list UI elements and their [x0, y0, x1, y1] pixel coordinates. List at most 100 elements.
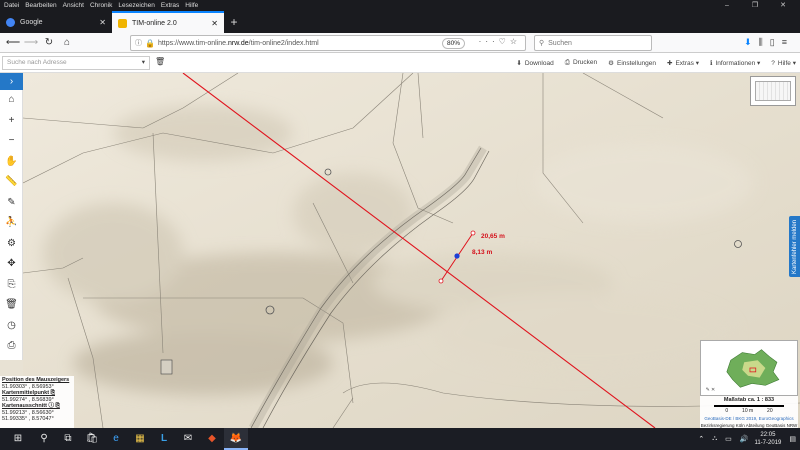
- pan-hand-icon[interactable]: ✋: [0, 152, 23, 173]
- download-button[interactable]: ⬇ Download: [516, 59, 553, 67]
- windows-start-icon[interactable]: ⊞: [6, 428, 30, 450]
- layer-tool-icon[interactable]: ⛹: [0, 213, 23, 234]
- delete-trash-icon[interactable]: 🗑: [0, 295, 23, 316]
- extras-button[interactable]: ✚ Extras ▾: [667, 59, 699, 67]
- info-icon[interactable]: ⓘ: [135, 38, 142, 48]
- search-icon: ⚲: [539, 40, 545, 47]
- tab-google[interactable]: Google ✕: [0, 11, 112, 33]
- address-search-input[interactable]: Suche nach Adresse ▾: [2, 56, 150, 70]
- attribution-1[interactable]: GeoBasis-DE / BKG 2019, EuroGeographics: [700, 415, 798, 422]
- search-icon[interactable]: ⚲: [32, 428, 56, 450]
- app-toolbar: Suche nach Adresse ▾ 🗑 ⬇ Download ⎙ Drucke…: [0, 53, 800, 73]
- maximize-button[interactable]: ❐: [744, 0, 766, 11]
- edge-icon[interactable]: e: [104, 428, 128, 450]
- google-favicon-icon: [6, 17, 15, 27]
- settings-tool-icon[interactable]: ⚙: [0, 234, 23, 255]
- url-text: https://www.tim-online.nrw.de/tim-online…: [157, 39, 319, 47]
- tab-bar: Google ✕ TIM-online 2.0 ✕ +: [0, 11, 800, 33]
- map-canvas[interactable]: 20,65 m 8,13 m: [23, 73, 800, 428]
- print-icon: ⎙: [564, 59, 570, 66]
- menu-extras[interactable]: Extras: [161, 2, 179, 9]
- measure-vertex[interactable]: [438, 278, 444, 284]
- building-footprint: [160, 359, 173, 375]
- hamburger-menu-icon[interactable]: ≡: [782, 37, 794, 47]
- menu-hilfe[interactable]: Hilfe: [185, 2, 198, 9]
- sidebar-icon[interactable]: ▯: [770, 37, 782, 47]
- scale-title[interactable]: Maßstab ca. 1 : 833: [700, 397, 798, 404]
- report-map-error-tab[interactable]: Kartenfehler melden: [789, 216, 800, 277]
- url-bar[interactable]: ⓘ 🔒 https://www.tim-online.nrw.de/tim-on…: [130, 35, 526, 51]
- print-button[interactable]: ⎙ Drucken: [565, 59, 597, 67]
- tab-tim-online[interactable]: TIM-online 2.0 ✕: [112, 11, 224, 33]
- chevron-down-icon[interactable]: ▾: [142, 57, 145, 69]
- page-actions[interactable]: ···♡☆: [479, 37, 521, 46]
- help-button[interactable]: ? Hilfe ▾: [771, 59, 796, 67]
- tab-title: Google: [20, 18, 43, 26]
- library-icon[interactable]: ⫼: [759, 37, 770, 47]
- task-view-icon[interactable]: ⧉: [56, 428, 80, 450]
- minimize-button[interactable]: –: [716, 0, 738, 11]
- forward-icon[interactable]: ⟶: [22, 37, 40, 48]
- browser-toolbar-icons: ⬇⫼▯≡: [744, 37, 794, 48]
- copy-tool-icon[interactable]: ⎘: [0, 275, 23, 296]
- lock-icon: 🔒: [145, 38, 155, 48]
- tim-favicon-icon: [118, 18, 127, 28]
- menu-bearbeiten[interactable]: Bearbeiten: [25, 2, 56, 9]
- search-input[interactable]: ⚲ Suchen: [534, 35, 652, 51]
- basemap-switcher[interactable]: [750, 76, 796, 106]
- settings-button[interactable]: ⚙ Einstellungen: [608, 59, 656, 67]
- clear-search-icon[interactable]: 🗑: [155, 57, 165, 66]
- measure-label-2: 8,13 m: [472, 249, 492, 256]
- mail-icon[interactable]: ✉: [176, 428, 200, 450]
- measure-ruler-icon[interactable]: 📏: [0, 172, 23, 193]
- expand-panel-button[interactable]: ›: [0, 73, 23, 90]
- battery-icon[interactable]: ▭: [725, 435, 732, 443]
- home-icon[interactable]: ⌂: [58, 37, 76, 48]
- overview-collapse-icon[interactable]: ✎ ✕: [706, 387, 715, 393]
- map-extent-value-2: 51.99335° , 8.57047°: [2, 416, 54, 422]
- zoom-level[interactable]: 80%: [441, 38, 465, 49]
- menu-chronik[interactable]: Chronik: [90, 2, 112, 9]
- network-icon[interactable]: ⛬: [712, 435, 717, 443]
- menu-lesezeichen[interactable]: Lesezeichen: [118, 2, 155, 9]
- info-icon: ℹ: [709, 60, 713, 67]
- back-icon[interactable]: ⟵: [4, 37, 22, 48]
- taskbar: ⊞ ⚲ ⧉ 🛍 e ▦ L ✉ ◆ 🦊 ⌃ ⛬ ▭ 🔊 22:05 11-7-2…: [0, 428, 800, 450]
- measure-label-1: 20,65 m: [481, 233, 505, 240]
- new-tab-button[interactable]: +: [224, 11, 244, 33]
- office-icon[interactable]: ◆: [200, 428, 224, 450]
- explorer-icon[interactable]: ▦: [128, 428, 152, 450]
- overview-map[interactable]: ✎ ✕: [700, 340, 798, 396]
- clock[interactable]: 22:05 11-7-2019: [754, 431, 781, 447]
- menu-datei[interactable]: Datei: [4, 2, 19, 9]
- measure-vertex[interactable]: [470, 230, 476, 236]
- info-button[interactable]: ℹ Informationen ▾: [710, 59, 760, 67]
- menu-ansicht[interactable]: Ansicht: [63, 2, 84, 9]
- menu-bar: Datei Bearbeiten Ansicht Chronik Lesezei…: [0, 0, 800, 11]
- zoom-in-button[interactable]: +: [0, 111, 23, 132]
- tab-close-icon[interactable]: ✕: [99, 18, 106, 27]
- close-window-button[interactable]: ✕: [772, 0, 794, 11]
- store-icon[interactable]: 🛍: [80, 428, 104, 450]
- nav-bar: ⟵ ⟶ ↻ ⌂ ⓘ 🔒 https://www.tim-online.nrw.d…: [0, 33, 800, 53]
- mouse-position-title[interactable]: Position des Mauszeigers: [2, 377, 72, 384]
- scale-panel: Maßstab ca. 1 : 833 0 10 m 20 GeoBasis-D…: [700, 396, 798, 428]
- plus-icon: ✚: [667, 60, 673, 67]
- reload-icon[interactable]: ↻: [40, 37, 58, 48]
- print-tool-icon[interactable]: ⎙: [0, 336, 23, 357]
- zoom-out-button[interactable]: −: [0, 131, 23, 152]
- history-icon[interactable]: ◷: [0, 316, 23, 337]
- firefox-icon[interactable]: 🦊: [224, 428, 248, 450]
- volume-icon[interactable]: 🔊: [740, 435, 749, 443]
- gear-icon: ⚙: [608, 60, 614, 67]
- app-l-icon[interactable]: L: [152, 428, 176, 450]
- notification-icon[interactable]: ▤: [789, 435, 796, 443]
- download-icon[interactable]: ⬇: [744, 37, 759, 47]
- basemap-preview: [755, 81, 791, 101]
- tab-close-icon[interactable]: ✕: [211, 19, 218, 28]
- draw-pencil-icon[interactable]: ✎: [0, 193, 23, 214]
- tray-overflow-icon[interactable]: ⌃: [698, 435, 704, 443]
- app-menu: ⬇ Download ⎙ Drucken ⚙ Einstellungen ✚ Extra…: [505, 53, 796, 73]
- home-view-button[interactable]: ⌂: [0, 90, 23, 111]
- move-tool-icon[interactable]: ✥: [0, 254, 23, 275]
